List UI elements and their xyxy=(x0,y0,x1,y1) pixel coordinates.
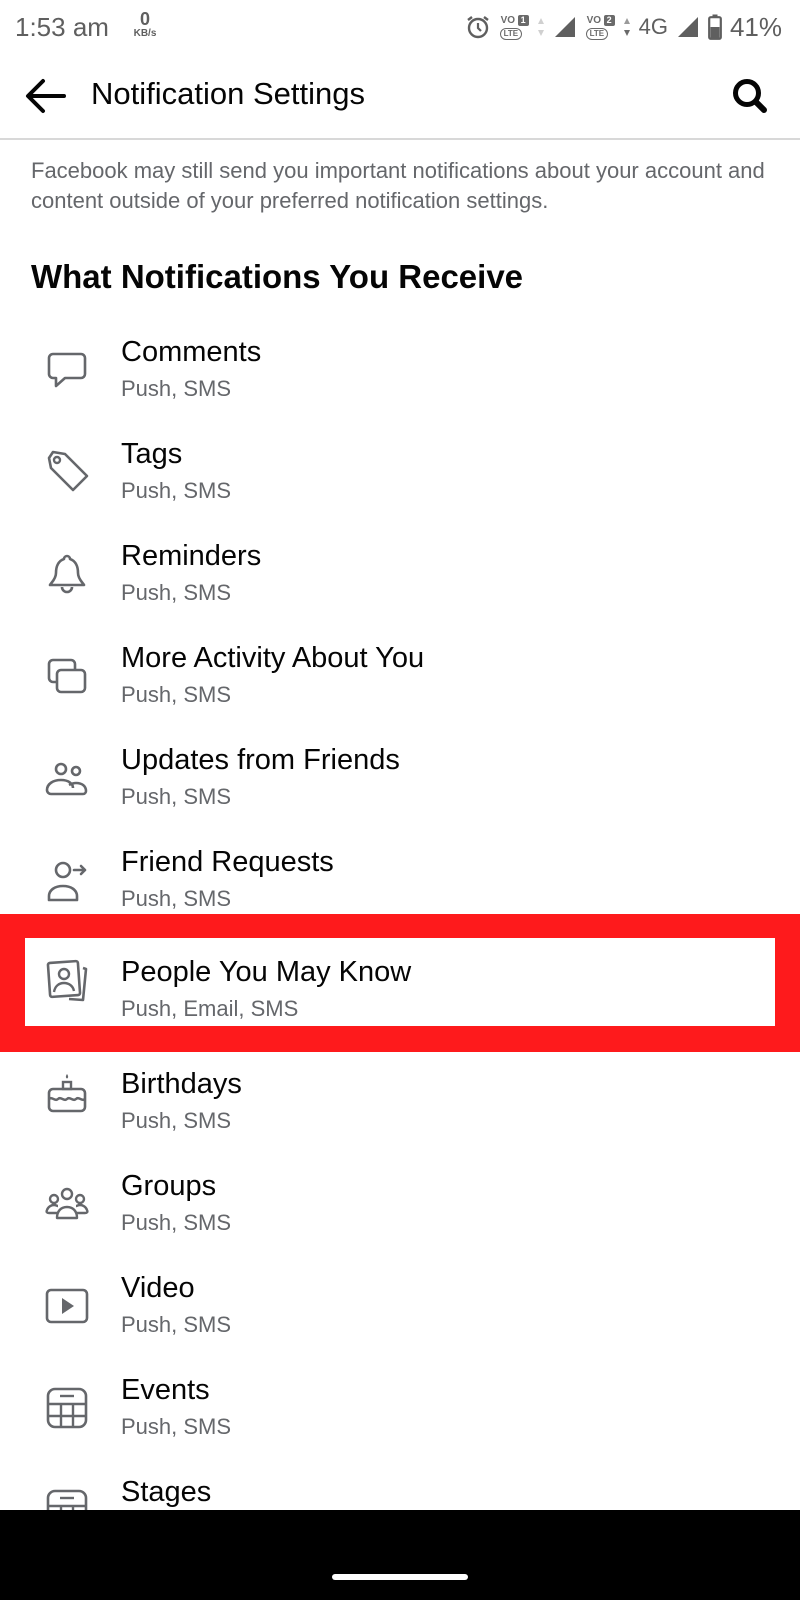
list-item-reminders[interactable]: Reminders Push, SMS xyxy=(0,524,800,626)
tag-icon xyxy=(43,448,91,496)
list-item-more-activity[interactable]: More Activity About You Push, SMS xyxy=(0,626,800,728)
comment-bubble-icon xyxy=(43,346,91,394)
notification-disclaimer: Facebook may still send you important no… xyxy=(31,158,765,213)
search-button[interactable] xyxy=(726,72,774,120)
status-bar: 1:53 am 0 KB/s VO 1 LTE VO 2 LTE 4G 41% xyxy=(0,0,800,56)
battery-icon xyxy=(708,14,722,40)
groups-icon xyxy=(43,1180,91,1228)
list-item-tags[interactable]: Tags Push, SMS xyxy=(0,422,800,524)
home-gesture-handle[interactable] xyxy=(332,1574,468,1580)
list-item-comments[interactable]: Comments Push, SMS xyxy=(0,320,800,422)
app-header: Notification Settings xyxy=(0,56,800,140)
notification-types-list-continued: Birthdays Push, SMS Groups Push, SMS Vid… xyxy=(0,1052,800,1562)
arrow-left-icon xyxy=(26,79,66,113)
system-navigation-bar xyxy=(0,1510,800,1600)
contact-card-icon xyxy=(43,956,91,1004)
stacked-cards-icon xyxy=(43,652,91,700)
list-item-updates-from-friends[interactable]: Updates from Friends Push, SMS xyxy=(0,728,800,830)
signal-sim1-icon xyxy=(554,17,575,37)
list-item-birthdays[interactable]: Birthdays Push, SMS xyxy=(0,1052,800,1154)
list-item-groups[interactable]: Groups Push, SMS xyxy=(0,1154,800,1256)
list-item-events[interactable]: Events Push, SMS xyxy=(0,1358,800,1460)
list-item-video[interactable]: Video Push, SMS xyxy=(0,1256,800,1358)
friend-request-icon xyxy=(43,856,91,904)
section-title: What Notifications You Receive xyxy=(31,258,524,295)
volte-sim2-icon: VO 2 LTE xyxy=(585,13,615,41)
video-play-icon xyxy=(43,1282,91,1330)
network-type: 4G xyxy=(638,14,668,39)
calendar-icon xyxy=(43,1384,91,1432)
notification-types-list: Comments Push, SMS Tags Push, SMS Remind… xyxy=(0,320,800,932)
signal-sim2-icon xyxy=(677,17,698,37)
status-icons: VO 1 LTE VO 2 LTE 4G 41% xyxy=(465,12,782,42)
friends-icon xyxy=(43,754,91,802)
bell-icon xyxy=(43,550,91,598)
search-icon xyxy=(733,79,767,113)
list-item-people-you-may-know[interactable]: People You May Know Push, Email, SMS xyxy=(0,914,800,1052)
birthday-cake-icon xyxy=(43,1070,91,1118)
volte-sim1-icon: VO 1 LTE xyxy=(499,13,529,41)
status-time: 1:53 am xyxy=(15,12,109,42)
data-arrows-icon xyxy=(537,18,544,36)
back-button[interactable] xyxy=(22,74,68,118)
page-title: Notification Settings xyxy=(91,76,365,111)
battery-percent: 41% xyxy=(729,11,782,42)
data-arrows-icon xyxy=(623,18,630,36)
network-speed: 0 KB/s xyxy=(133,9,157,39)
alarm-icon xyxy=(466,16,489,39)
